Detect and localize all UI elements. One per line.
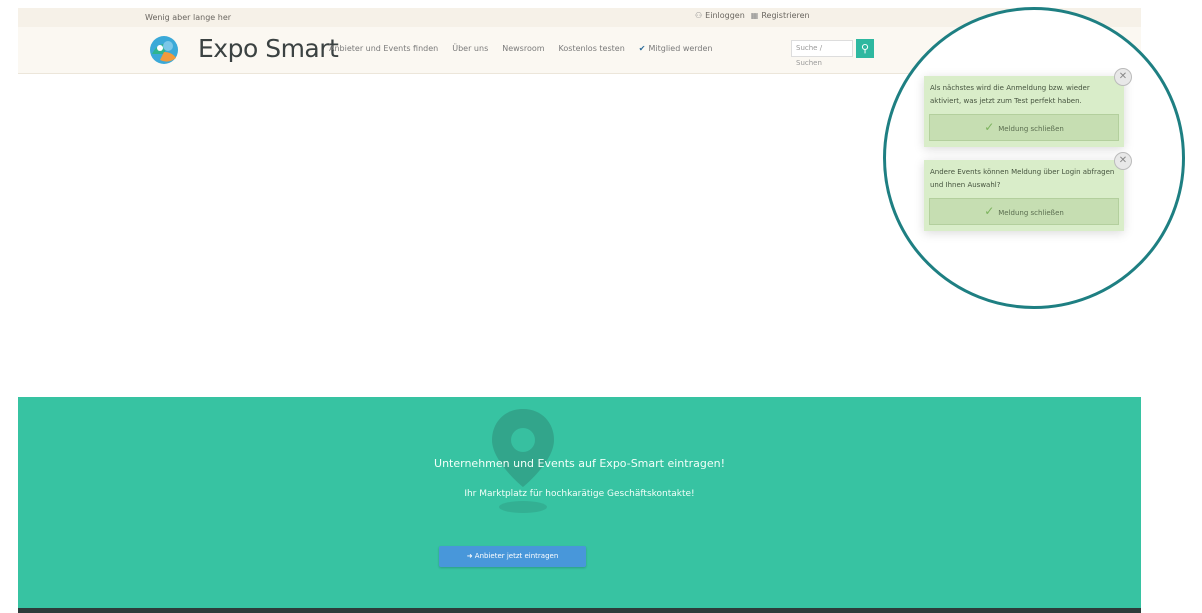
notification-message: Andere Events können Meldung über Login … <box>930 168 1115 189</box>
nav-item-ueber-uns[interactable]: Über uns <box>452 44 488 53</box>
nav-item-testen[interactable]: Kostenlos testen <box>559 44 625 53</box>
dismiss-button[interactable]: ✓ Meldung schließen <box>929 114 1119 141</box>
magnifier-overlay: Als nächstes wird die Anmeldung bzw. wie… <box>883 7 1185 309</box>
search-button[interactable]: ⚲ <box>856 39 874 58</box>
check-icon: ✓ <box>984 204 995 218</box>
close-icon[interactable]: ✕ <box>1114 152 1132 170</box>
dismiss-button[interactable]: ✓ Meldung schließen <box>929 198 1119 225</box>
notification-2: Andere Events können Meldung über Login … <box>924 152 1132 231</box>
search-icon: ⚲ <box>860 42 870 55</box>
register-icon: ▦ <box>750 11 759 20</box>
banner-subtitle: Ihr Marktplatz für hochkarätige Geschäft… <box>464 489 695 499</box>
register-link[interactable]: ▦ Registrieren <box>751 11 810 20</box>
notification-message: Als nächstes wird die Anmeldung bzw. wie… <box>930 84 1090 105</box>
account-links: ⚇ Einloggen ▦ Registrieren <box>695 11 810 20</box>
expo-smart-logo[interactable] <box>148 34 180 66</box>
search-input[interactable]: Suche / Suchen <box>791 40 853 67</box>
arrow-icon: ➜ <box>466 552 475 560</box>
nav-item-mitglied[interactable]: ✔ Mitglied werden <box>639 44 713 53</box>
brand-name[interactable]: Expo Smart <box>198 34 339 63</box>
user-icon: ⚇ <box>695 11 703 20</box>
main-nav: Anbieter und Events finden Über uns News… <box>329 44 713 53</box>
nav-item-finden[interactable]: Anbieter und Events finden <box>329 44 438 53</box>
cta-banner: Unternehmen und Events auf Expo-Smart ei… <box>18 397 1141 608</box>
banner-title: Unternehmen und Events auf Expo-Smart ei… <box>434 457 725 470</box>
nav-item-newsroom[interactable]: Newsroom <box>502 44 544 53</box>
notification-1: Als nächstes wird die Anmeldung bzw. wie… <box>924 68 1132 147</box>
add-listing-button[interactable]: ➜ Anbieter jetzt eintragen <box>439 546 586 567</box>
check-icon: ✔ <box>638 44 646 53</box>
login-link[interactable]: ⚇ Einloggen <box>695 11 745 20</box>
close-icon[interactable]: ✕ <box>1114 68 1132 86</box>
footer-strip <box>18 608 1141 613</box>
check-icon: ✓ <box>984 120 995 134</box>
welcome-text: Wenig aber lange her <box>145 13 232 22</box>
